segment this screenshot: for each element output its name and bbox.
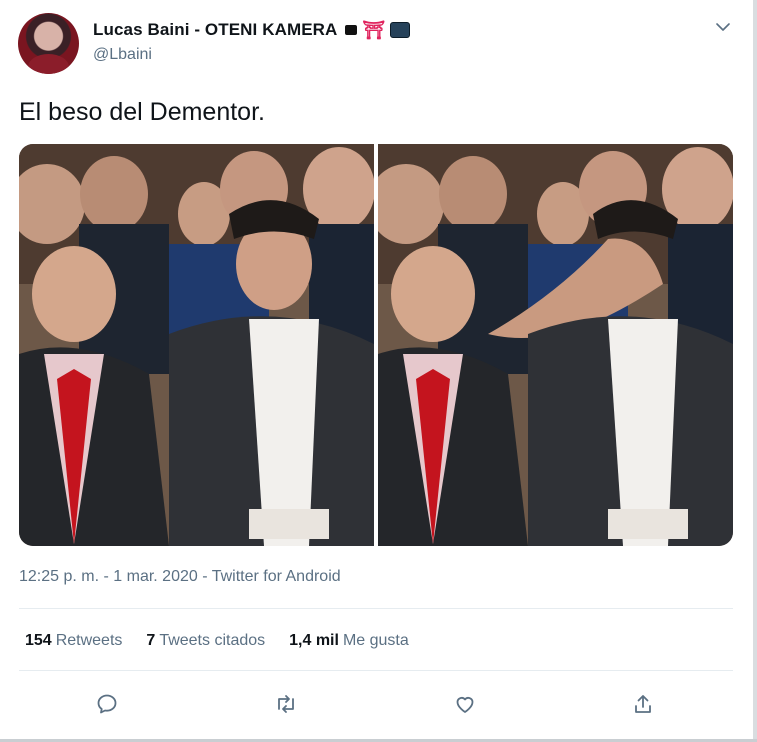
tweet-timestamp-source[interactable]: 12:25 p. m. - 1 mar. 2020 - Twitter for … (19, 568, 341, 586)
page-edge-right (753, 0, 757, 742)
camera-emoji-icon (345, 25, 358, 35)
author-name-row[interactable]: Lucas Baini - OTENI KAMERA ⛩ (93, 20, 411, 40)
torii-gate-emoji-icon: ⛩ (362, 20, 386, 40)
avatar[interactable] (18, 13, 79, 74)
author-display-name[interactable]: Lucas Baini - OTENI KAMERA (93, 20, 337, 40)
like-icon[interactable] (447, 686, 483, 722)
retweets-stat[interactable]: 154 Retweets (25, 632, 122, 650)
likes-label: Me gusta (342, 632, 409, 649)
quotes-label: Tweets citados (159, 632, 266, 649)
divider-bottom (19, 670, 733, 671)
quotes-count: 7 (146, 632, 156, 649)
author-name-emojis: ⛩ (345, 20, 411, 40)
photo-edited[interactable] (378, 144, 733, 546)
divider-top (19, 608, 733, 609)
tweet-text: El beso del Dementor. (19, 98, 265, 126)
quotes-stat[interactable]: 7 Tweets citados (146, 632, 265, 650)
author-handle[interactable]: @Lbaini (93, 46, 152, 64)
likes-stat[interactable]: 1,4 mil Me gusta (289, 632, 409, 650)
camera-with-flash-emoji-icon (390, 22, 411, 38)
tweet-actions (0, 686, 757, 722)
chevron-down-icon[interactable] (714, 18, 732, 36)
retweets-label: Retweets (55, 632, 123, 649)
reply-icon[interactable] (89, 686, 125, 722)
retweets-count: 154 (25, 632, 52, 649)
photo-original[interactable] (19, 144, 374, 546)
tweet-media[interactable] (19, 144, 733, 546)
retweet-icon[interactable] (268, 686, 304, 722)
likes-count: 1,4 mil (289, 632, 339, 649)
share-icon[interactable] (625, 686, 661, 722)
tweet-stats: 154 Retweets 7 Tweets citados 1,4 mil Me gu… (25, 632, 409, 650)
